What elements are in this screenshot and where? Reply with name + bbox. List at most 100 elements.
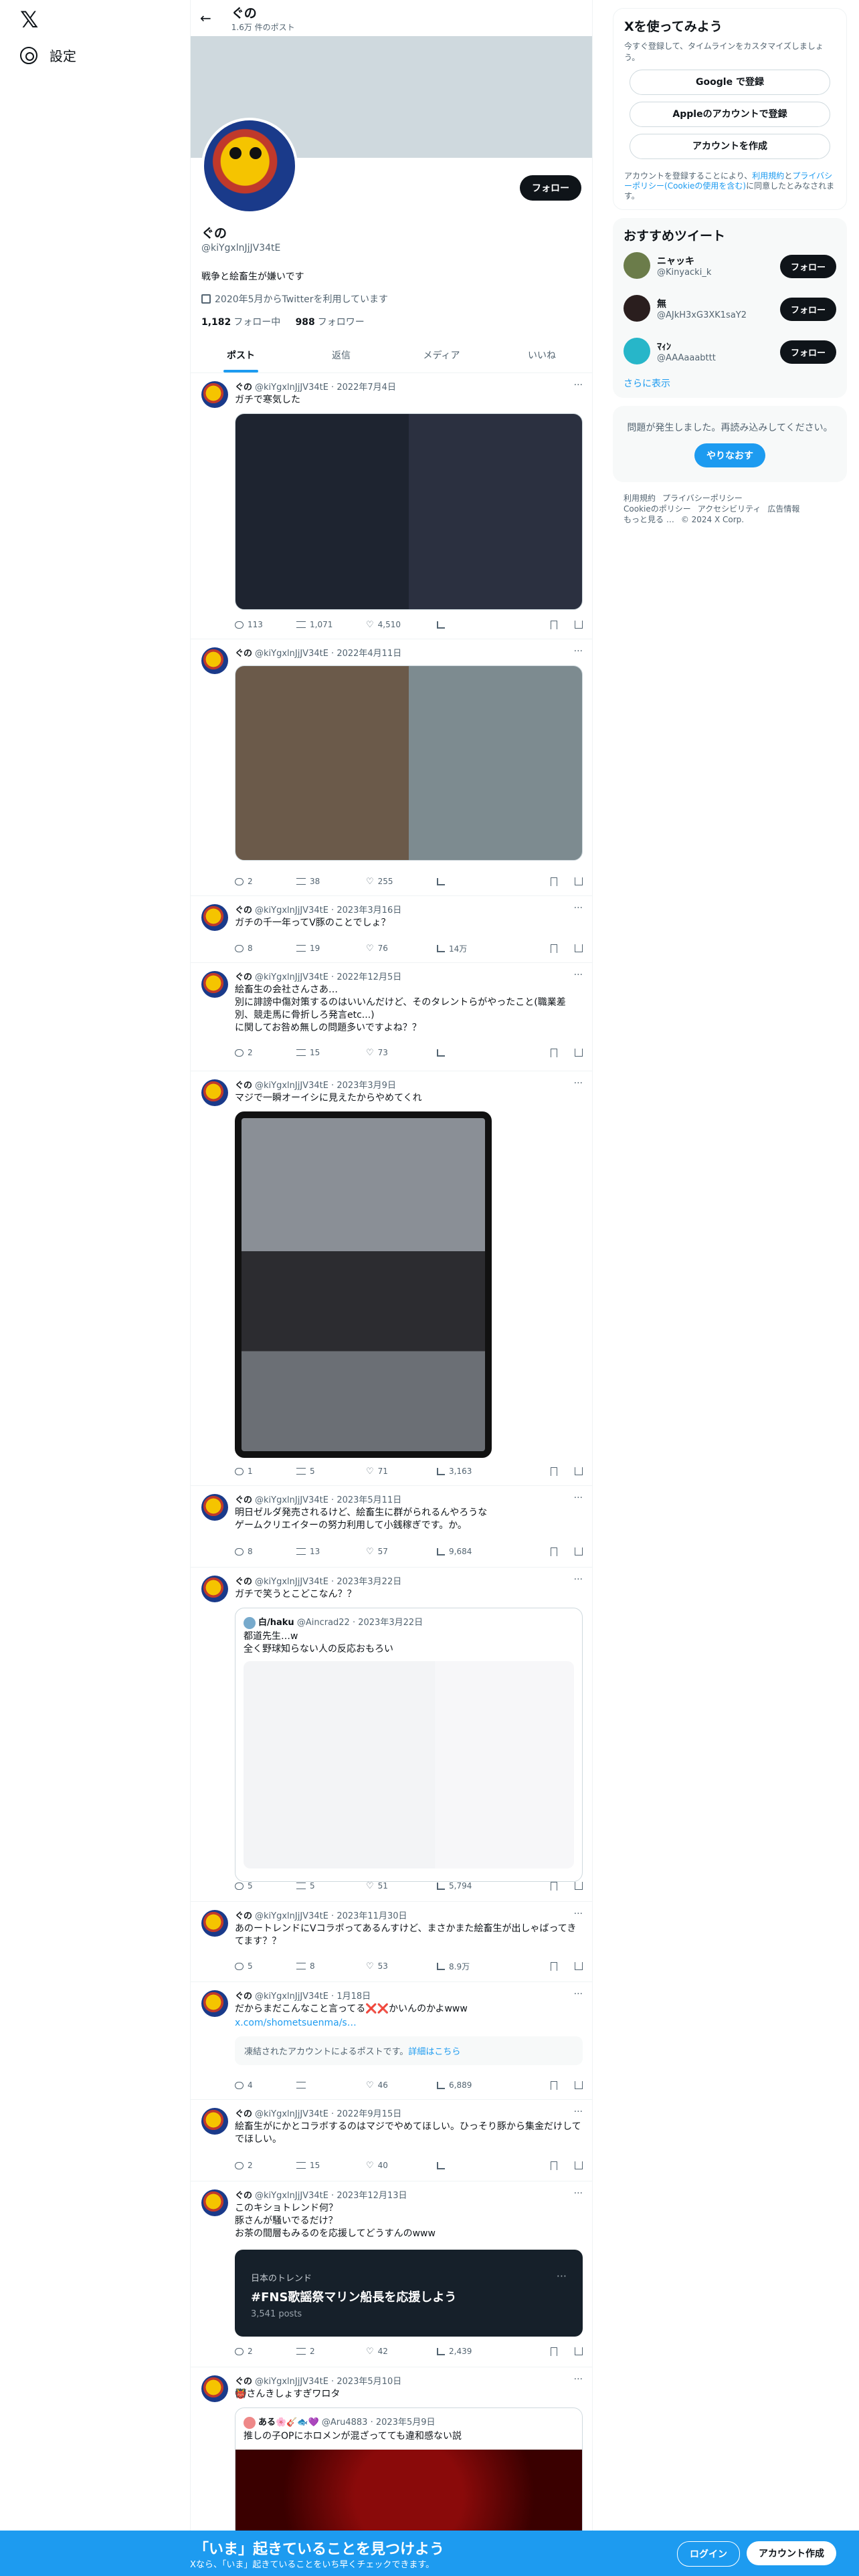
reply-button[interactable]: 5 (235, 1881, 296, 1891)
views-button[interactable]: 5,794 (437, 1881, 506, 1891)
avatar[interactable] (201, 1910, 228, 1937)
like-button[interactable]: ♡ 42 (366, 2347, 437, 2357)
footer-link[interactable]: もっと見る … (624, 515, 674, 524)
like-button[interactable]: ♡ 255 (366, 877, 437, 887)
views-button[interactable] (437, 1049, 506, 1057)
like-button[interactable]: ♡ 73 (366, 1048, 437, 1058)
views-button[interactable]: 2,439 (437, 2347, 506, 2356)
tweet[interactable]: ぐの @kiYgxlnJjJV34tE · 1月18日 ··· だからまだこんなこ… (191, 1982, 592, 2100)
views-button[interactable] (437, 621, 506, 629)
share-icon[interactable] (575, 2161, 583, 2169)
share-icon[interactable] (575, 2347, 583, 2355)
reply-button[interactable]: 113 (235, 620, 296, 629)
views-button[interactable]: 8.9万 (437, 1961, 506, 1972)
avatar[interactable] (201, 971, 228, 998)
more-icon[interactable]: ··· (574, 2107, 583, 2117)
bookmark-icon[interactable] (551, 2080, 557, 2090)
tab-replies[interactable]: 返信 (291, 338, 391, 372)
reply-button[interactable]: 8 (235, 1547, 296, 1556)
tweet[interactable]: ぐの @kiYgxlnJjJV34tE · 2023年5月11日 ··· 明日ゼル… (191, 1486, 592, 1568)
apple-signup-button[interactable]: Appleのアカウントで登録 (630, 102, 830, 127)
retweet-button[interactable]: 13 (296, 1547, 366, 1556)
like-button[interactable]: ♡ 71 (366, 1467, 437, 1477)
like-button[interactable]: ♡ 57 (366, 1547, 437, 1557)
avatar[interactable] (201, 1576, 228, 1602)
tweet[interactable]: ぐの @kiYgxlnJjJV34tE · 2023年12月13日 ··· このキ… (191, 2181, 592, 2367)
tweet-media[interactable] (235, 665, 583, 861)
follow-button[interactable]: フォロー (779, 340, 836, 364)
bookmark-icon[interactable] (551, 1547, 557, 1556)
share-icon[interactable] (575, 1467, 583, 1475)
tweet[interactable]: ぐの @kiYgxlnJjJV34tE · 2023年11月30日 ··· あのー… (191, 1902, 592, 1982)
create-account-button[interactable]: アカウントを作成 (630, 134, 830, 159)
bookmark-icon[interactable] (551, 877, 557, 886)
recommend-item[interactable]: ﾏｨﾝ @AAAaaabttt フォロー (624, 330, 836, 372)
footer-link[interactable]: アクセシビリティ (698, 504, 761, 514)
google-signup-button[interactable]: Google で登録 (630, 70, 830, 95)
retweet-button[interactable]: 1,071 (296, 620, 366, 629)
tweet[interactable]: ぐの @kiYgxlnJjJV34tE · 2023年3月9日 ··· マジで一瞬… (191, 1071, 592, 1486)
views-button[interactable] (437, 2161, 506, 2169)
reply-button[interactable]: 2 (235, 2161, 296, 2170)
footer-link[interactable]: 利用規約 (624, 494, 656, 503)
footer-link[interactable]: 広告情報 (767, 504, 799, 514)
reply-button[interactable]: 4 (235, 2080, 296, 2090)
footer-link[interactable]: プライバシーポリシー (662, 494, 743, 503)
login-button[interactable]: ログイン (677, 2541, 740, 2567)
tweet[interactable]: ぐの @kiYgxlnJjJV34tE · 2023年3月22日 ··· ガチで笑… (191, 1568, 592, 1902)
views-button[interactable]: 6,889 (437, 2080, 506, 2090)
like-button[interactable]: ♡ 40 (366, 2161, 437, 2171)
share-icon[interactable] (575, 1547, 583, 1555)
cookie-link[interactable]: (Cookieの使用を含む) (664, 181, 746, 191)
reply-button[interactable]: 8 (235, 944, 296, 953)
avatar[interactable] (201, 1079, 228, 1106)
share-icon[interactable] (575, 1049, 583, 1057)
bookmark-icon[interactable] (551, 620, 557, 629)
more-icon[interactable]: ··· (574, 2374, 583, 2385)
bookmark-icon[interactable] (551, 1048, 557, 1057)
follow-button[interactable]: フォロー (779, 298, 836, 321)
following-link[interactable]: 1,182 フォロー中 (201, 317, 280, 328)
like-button[interactable]: ♡ 51 (366, 1881, 437, 1891)
show-more-link[interactable]: さらに表示 (624, 377, 836, 390)
tab-media[interactable]: メディア (391, 338, 492, 372)
x-logo-icon[interactable]: 𝕏 (20, 7, 47, 33)
retweet-button[interactable]: 19 (296, 944, 366, 953)
footer-link[interactable]: Cookieのポリシー (624, 504, 691, 514)
bookmark-icon[interactable] (551, 1881, 557, 1891)
tab-likes[interactable]: いいね (492, 338, 592, 372)
more-icon[interactable]: ··· (574, 1574, 583, 1585)
share-icon[interactable] (575, 621, 583, 629)
like-button[interactable]: ♡ 4,510 (366, 620, 437, 630)
back-arrow-icon[interactable]: ← (200, 10, 211, 26)
avatar[interactable] (201, 2375, 228, 2402)
share-icon[interactable] (575, 877, 583, 885)
recommend-item[interactable]: 無 @AJkH3xG3XK1saY2 フォロー (624, 287, 836, 330)
views-button[interactable] (437, 877, 506, 885)
views-button[interactable]: 14万 (437, 943, 506, 954)
like-button[interactable]: ♡ 53 (366, 1961, 437, 1971)
retweet-button[interactable]: 5 (296, 1467, 366, 1476)
reply-button[interactable]: 1 (235, 1467, 296, 1476)
retweet-button[interactable]: 2 (296, 2347, 366, 2356)
more-icon[interactable]: ··· (574, 380, 583, 391)
bookmark-icon[interactable] (551, 944, 557, 953)
avatar[interactable] (201, 647, 228, 674)
tab-posts[interactable]: ポスト (191, 338, 291, 372)
tweet[interactable]: ぐの @kiYgxlnJjJV34tE · 2022年7月4日 ··· ガチで寒気… (191, 373, 592, 639)
more-icon[interactable]: ··· (574, 1078, 583, 1089)
followers-link[interactable]: 988 フォロワー (296, 317, 365, 328)
avatar[interactable] (201, 2189, 228, 2216)
more-icon[interactable]: ··· (574, 1493, 583, 1503)
quote-tweet[interactable]: 白/haku @Aincrad22 · 2023年3月22日 都道先生…w 全く… (235, 1608, 583, 1882)
tweet-link[interactable]: x.com/shometsuenma/s… (235, 2017, 583, 2030)
bookmark-icon[interactable] (551, 1961, 557, 1971)
reply-button[interactable]: 2 (235, 1048, 296, 1057)
retweet-button[interactable]: 15 (296, 1048, 366, 1057)
more-icon[interactable]: ··· (574, 1909, 583, 1919)
avatar[interactable] (201, 381, 228, 408)
follow-button[interactable]: フォロー (779, 255, 836, 278)
tweet[interactable]: ぐの @kiYgxlnJjJV34tE · 2022年9月15日 ··· 絵畜生が… (191, 2100, 592, 2181)
more-icon[interactable]: ··· (574, 646, 583, 657)
tweet-media[interactable] (235, 1111, 492, 1458)
